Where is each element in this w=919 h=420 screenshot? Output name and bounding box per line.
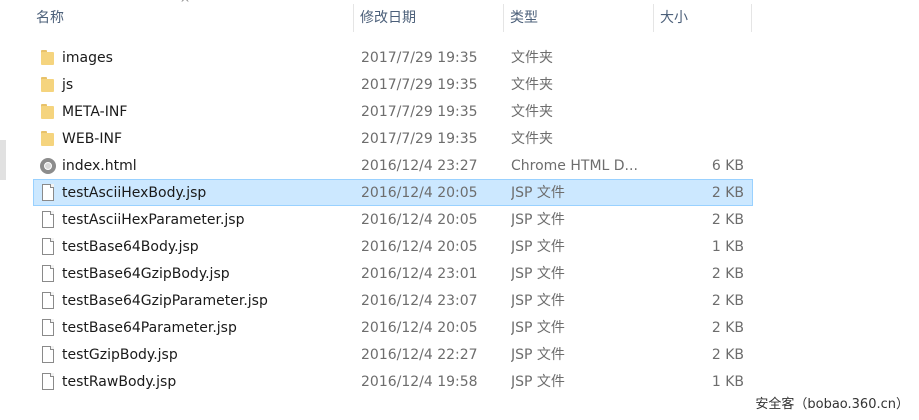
file-name: testAsciiHexBody.jsp [62, 185, 207, 201]
file-row[interactable]: testBase64Body.jsp 2016/12/4 20:05 JSP 文件 1… [33, 233, 753, 260]
file-row[interactable]: testRawBody.jsp 2016/12/4 19:58 JSP 文件 1 KB [33, 368, 753, 395]
file-row[interactable]: testGzipBody.jsp 2016/12/4 22:27 JSP 文件 2 K… [33, 341, 753, 368]
file-date-modified: 2017/7/29 19:35 [361, 104, 478, 120]
file-size: 2 KB [711, 320, 744, 336]
folder-icon [39, 130, 57, 148]
folder-icon [39, 49, 57, 67]
file-type: 文件夹 [511, 77, 553, 93]
column-header-name-label: 名称 [36, 10, 64, 26]
file-name: testBase64GzipBody.jsp [62, 266, 230, 282]
file-date-modified: 2016/12/4 20:05 [361, 212, 478, 228]
file-icon [39, 211, 57, 229]
file-row[interactable]: testAsciiHexParameter.jsp 2016/12/4 20:05… [33, 206, 753, 233]
file-icon [39, 373, 57, 391]
column-header-date-label: 修改日期 [360, 10, 416, 26]
file-type: JSP 文件 [511, 212, 565, 228]
file-name: testAsciiHexParameter.jsp [62, 212, 245, 228]
file-row[interactable]: WEB-INF 2017/7/29 19:35 文件夹 [33, 125, 753, 152]
file-size: 1 KB [711, 374, 744, 390]
sort-ascending-icon: ^ [180, 0, 191, 10]
file-icon [39, 346, 57, 364]
file-size: 2 KB [711, 185, 744, 201]
column-divider[interactable] [751, 4, 752, 32]
file-date-modified: 2017/7/29 19:35 [361, 50, 478, 66]
navigation-pane-edge [0, 0, 8, 420]
file-date-modified: 2016/12/4 23:27 [361, 158, 478, 174]
file-icon [39, 319, 57, 337]
file-name: testGzipBody.jsp [62, 347, 178, 363]
column-header-type-label: 类型 [510, 10, 538, 26]
file-type: JSP 文件 [511, 239, 565, 255]
file-row[interactable]: index.html 2016/12/4 23:27 Chrome HTML D..… [33, 152, 753, 179]
file-row[interactable]: js 2017/7/29 19:35 文件夹 [33, 71, 753, 98]
file-row[interactable]: testAsciiHexBody.jsp 2016/12/4 20:05 JSP 文… [33, 179, 753, 206]
file-date-modified: 2016/12/4 23:01 [361, 266, 478, 282]
column-header-date[interactable]: 修改日期 [354, 0, 504, 36]
file-list: images 2017/7/29 19:35 文件夹 js 2017/7/29 19:3… [33, 44, 753, 395]
file-explorer-window: 名称 ^ 修改日期 类型 大小 images 2017/7/29 19:35 文件夹… [0, 0, 919, 420]
chrome-icon [39, 157, 57, 175]
file-size: 2 KB [711, 293, 744, 309]
file-name: testBase64Body.jsp [62, 239, 199, 255]
scroll-marker [0, 140, 6, 180]
file-date-modified: 2016/12/4 20:05 [361, 239, 478, 255]
file-type: JSP 文件 [511, 374, 565, 390]
file-name: js [62, 77, 74, 93]
file-size: 2 KB [711, 212, 744, 228]
file-date-modified: 2017/7/29 19:35 [361, 131, 478, 147]
file-size: 1 KB [711, 239, 744, 255]
file-date-modified: 2016/12/4 22:27 [361, 347, 478, 363]
file-type: JSP 文件 [511, 293, 565, 309]
folder-icon [39, 103, 57, 121]
file-type: JSP 文件 [511, 266, 565, 282]
file-name: testRawBody.jsp [62, 374, 177, 390]
file-name: testBase64Parameter.jsp [62, 320, 237, 336]
column-header-name[interactable]: 名称 ^ [30, 0, 354, 36]
file-size: 6 KB [711, 158, 744, 174]
file-icon [39, 265, 57, 283]
file-date-modified: 2017/7/29 19:35 [361, 77, 478, 93]
file-type: Chrome HTML D... [511, 158, 638, 174]
file-size: 2 KB [711, 266, 744, 282]
file-icon [39, 184, 57, 202]
file-name: images [62, 50, 113, 66]
file-name: META-INF [62, 104, 128, 120]
column-header-size-label: 大小 [660, 10, 688, 26]
file-date-modified: 2016/12/4 20:05 [361, 320, 478, 336]
file-row[interactable]: testBase64GzipBody.jsp 2016/12/4 23:01 JSP… [33, 260, 753, 287]
file-row[interactable]: images 2017/7/29 19:35 文件夹 [33, 44, 753, 71]
folder-icon [39, 76, 57, 94]
file-name: testBase64GzipParameter.jsp [62, 293, 268, 309]
file-name: WEB-INF [62, 131, 122, 147]
column-header-type[interactable]: 类型 [504, 0, 654, 36]
file-row[interactable]: testBase64GzipParameter.jsp 2016/12/4 23:… [33, 287, 753, 314]
file-name: index.html [62, 158, 137, 174]
column-header-size[interactable]: 大小 [654, 0, 752, 36]
file-date-modified: 2016/12/4 20:05 [361, 185, 478, 201]
file-row[interactable]: testBase64Parameter.jsp 2016/12/4 20:05 JS… [33, 314, 753, 341]
file-type: JSP 文件 [511, 320, 565, 336]
file-type: JSP 文件 [511, 347, 565, 363]
file-row[interactable]: META-INF 2017/7/29 19:35 文件夹 [33, 98, 753, 125]
file-date-modified: 2016/12/4 19:58 [361, 374, 478, 390]
column-header-bar: 名称 ^ 修改日期 类型 大小 [30, 0, 919, 36]
file-type: 文件夹 [511, 131, 553, 147]
file-date-modified: 2016/12/4 23:07 [361, 293, 478, 309]
file-icon [39, 292, 57, 310]
file-icon [39, 238, 57, 256]
file-type: 文件夹 [511, 50, 553, 66]
watermark-text: 安全客（bobao.360.cn） [755, 397, 909, 412]
file-type: 文件夹 [511, 104, 553, 120]
file-size: 2 KB [711, 347, 744, 363]
file-type: JSP 文件 [511, 185, 565, 201]
